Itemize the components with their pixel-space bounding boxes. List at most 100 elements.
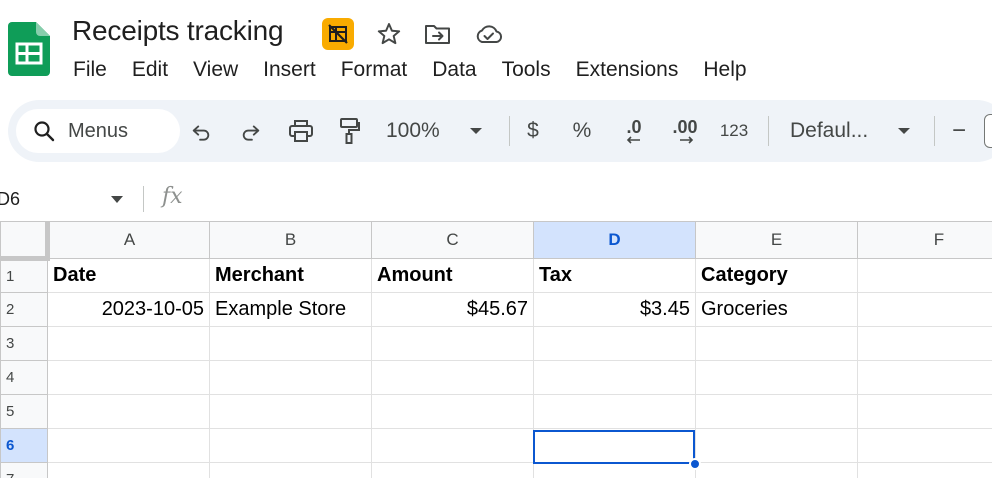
cell-a1[interactable]: Date [47,258,210,293]
formula-input[interactable] [200,186,980,212]
cell-e7[interactable] [695,462,858,478]
row-header-4[interactable]: 4 [0,360,48,395]
row-header-1[interactable]: 1 [0,258,48,293]
cell-b2[interactable]: Example Store [209,292,372,327]
cell-e5[interactable] [695,394,858,429]
menu-data[interactable]: Data [432,56,476,84]
column-header-e[interactable]: E [695,221,858,259]
table-row: 1 Date Merchant Amount Tax Category [0,258,992,293]
search-icon [32,119,56,143]
cell-f2[interactable] [857,292,992,327]
star-icon[interactable] [376,21,402,47]
cell-c5[interactable] [371,394,534,429]
cell-f1[interactable] [857,258,992,293]
cell-e1[interactable]: Category [695,258,858,293]
cell-c2[interactable]: $45.67 [371,292,534,327]
document-title[interactable]: Receipts tracking [72,15,284,47]
minus-icon: − [951,117,966,144]
column-header-b[interactable]: B [209,221,372,259]
chevron-down-icon[interactable] [110,195,124,204]
column-header-d[interactable]: D [533,221,696,259]
cell-d5[interactable] [533,394,696,429]
more-formats-button[interactable]: 123 [716,100,752,162]
cell-c4[interactable] [371,360,534,395]
move-to-folder-icon[interactable] [424,21,452,47]
menu-insert[interactable]: Insert [263,56,316,84]
print-icon[interactable] [285,100,317,162]
cell-d3[interactable] [533,326,696,361]
menu-edit[interactable]: Edit [132,56,168,84]
menu-tools[interactable]: Tools [502,56,551,84]
cell-b1[interactable]: Merchant [209,258,372,293]
no-access-badge-icon[interactable] [322,18,354,50]
column-header-c[interactable]: C [371,221,534,259]
cell-d4[interactable] [533,360,696,395]
menu-format[interactable]: Format [341,56,408,84]
zoom-select[interactable]: 100% [386,100,456,162]
cell-f4[interactable] [857,360,992,395]
cell-e3[interactable] [695,326,858,361]
font-size-decrease-button[interactable]: − [946,100,972,162]
undo-icon[interactable] [186,100,216,162]
cell-a7[interactable] [47,462,210,478]
cloud-saved-icon[interactable] [474,22,504,46]
cell-c7[interactable] [371,462,534,478]
font-size-input[interactable] [984,100,992,162]
name-box[interactable]: D6 [0,186,140,212]
cell-d1[interactable]: Tax [533,258,696,293]
column-header-a[interactable]: A [47,221,210,259]
main-toolbar: Menus 100% $ % .0 .00 123 Defaul... − [8,100,992,162]
paint-format-icon[interactable] [334,100,364,162]
cell-e6[interactable] [695,428,858,463]
cell-c6[interactable] [371,428,534,463]
select-all-corner[interactable] [0,221,50,261]
decrease-decimals-button[interactable]: .0 [619,100,649,162]
cell-d6[interactable] [533,428,696,463]
menu-extensions[interactable]: Extensions [576,56,679,84]
cell-a2[interactable]: 2023-10-05 [47,292,210,327]
cell-b5[interactable] [209,394,372,429]
cell-a6[interactable] [47,428,210,463]
format-currency-button[interactable]: $ [522,100,544,162]
menu-bar: File Edit View Insert Format Data Tools … [73,56,772,84]
toolbar-divider [509,116,510,146]
fill-handle[interactable] [689,458,701,470]
sheets-logo-icon[interactable] [8,22,50,76]
row-header-5[interactable]: 5 [0,394,48,429]
cell-e4[interactable] [695,360,858,395]
cell-b7[interactable] [209,462,372,478]
cell-b6[interactable] [209,428,372,463]
cell-d2[interactable]: $3.45 [533,292,696,327]
redo-icon[interactable] [236,100,266,162]
column-header-f[interactable]: F [857,221,992,259]
chevron-down-icon[interactable] [892,100,916,162]
cell-a5[interactable] [47,394,210,429]
row-header-2[interactable]: 2 [0,292,48,327]
cell-a3[interactable] [47,326,210,361]
menu-file[interactable]: File [73,56,107,84]
row-header-3[interactable]: 3 [0,326,48,361]
chevron-down-icon[interactable] [464,100,488,162]
menu-help[interactable]: Help [703,56,746,84]
cell-b3[interactable] [209,326,372,361]
cell-f6[interactable] [857,428,992,463]
row-header-6[interactable]: 6 [0,428,48,463]
row-header-7[interactable]: 7 [0,462,48,478]
format-percent-button[interactable]: % [570,100,594,162]
cell-c3[interactable] [371,326,534,361]
font-family-select[interactable]: Defaul... [790,100,882,162]
fx-icon: fx [162,184,183,209]
menu-view[interactable]: View [193,56,238,84]
cell-f5[interactable] [857,394,992,429]
cell-e2[interactable]: Groceries [695,292,858,327]
search-menus-input[interactable]: Menus [16,109,180,153]
increase-decimals-button[interactable]: .00 [668,100,702,162]
cell-a4[interactable] [47,360,210,395]
cell-b4[interactable] [209,360,372,395]
cell-f7[interactable] [857,462,992,478]
cell-c1[interactable]: Amount [371,258,534,293]
increase-decimals-label: .00 [672,117,698,137]
spreadsheet-grid: A B C D E F 1 Date Merchant Amount Tax Category 2 202… [0,221,992,478]
cell-d7[interactable] [533,462,696,478]
cell-f3[interactable] [857,326,992,361]
